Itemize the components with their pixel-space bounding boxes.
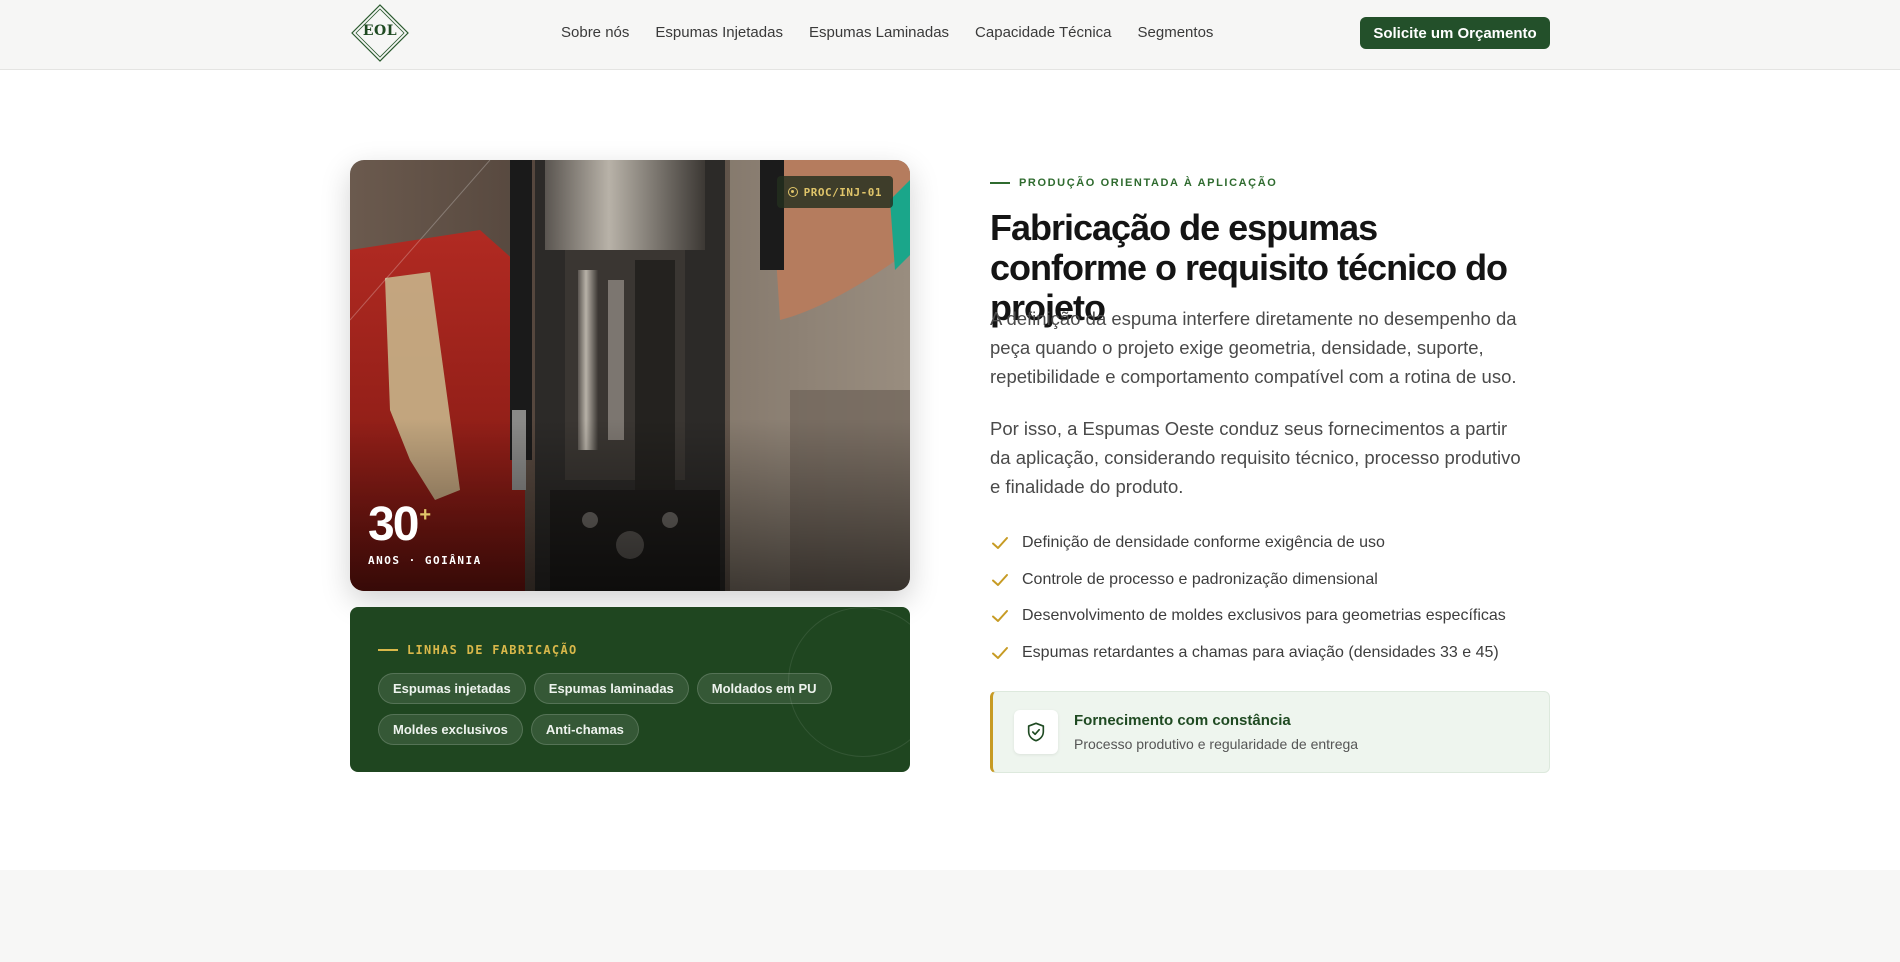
- target-icon: [787, 187, 798, 197]
- request-quote-button[interactable]: Solicite um Orçamento: [1360, 17, 1550, 49]
- check-icon: [992, 573, 1008, 586]
- logo[interactable]: EOL: [350, 3, 410, 63]
- checklist-item: Controle de processo e padronização dime…: [990, 562, 1550, 599]
- nav-item-espumas-laminadas[interactable]: Espumas Laminadas: [809, 22, 949, 44]
- supply-callout: Fornecimento com constância Processo pro…: [990, 691, 1550, 773]
- years-number: 30: [368, 498, 419, 551]
- chip-moldes-exclusivos[interactable]: Moldes exclusivos: [378, 714, 523, 745]
- chip-anti-chamas[interactable]: Anti-chamas: [530, 714, 639, 745]
- supply-subtitle: Processo produtivo e regularidade de ent…: [1074, 736, 1359, 752]
- chip-espumas-injetadas[interactable]: Espumas injetadas: [378, 673, 526, 704]
- nav-item-espumas-injetadas[interactable]: Espumas Injetadas: [655, 22, 783, 44]
- eyebrow-text: PRODUÇÃO ORIENTADA À APLICAÇÃO: [1019, 177, 1278, 189]
- main-nav: Sobre nós Espumas Injetadas Espumas Lami…: [561, 22, 1239, 44]
- nav-item-capacidade-tecnica[interactable]: Capacidade Técnica: [975, 22, 1111, 44]
- process-code-badge: PROC/INJ-01: [776, 176, 893, 208]
- check-icon: [992, 537, 1008, 550]
- chip-espumas-laminadas[interactable]: Espumas laminadas: [533, 673, 689, 704]
- next-section-band: [0, 870, 1900, 962]
- checklist-item: Espumas retardantes a chamas para aviaçã…: [990, 635, 1550, 672]
- chip-list: Espumas injetadas Espumas laminadas Mold…: [378, 673, 878, 745]
- nav-item-segmentos[interactable]: Segmentos: [1138, 22, 1214, 44]
- shield-check-icon: [1027, 722, 1045, 742]
- nav-item-sobre-nos[interactable]: Sobre nós: [561, 22, 629, 44]
- manufacturing-lines-card: LINHAS DE FABRICAÇÃO Espumas injetadas E…: [350, 607, 910, 772]
- supply-title: Fornecimento com constância: [1074, 712, 1291, 729]
- intro-paragraph: A definição da espuma interfere diretame…: [990, 308, 1517, 387]
- site-header: EOL Sobre nós Espumas Injetadas Espumas …: [0, 0, 1900, 70]
- checklist-text: Desenvolvimento de moldes exclusivos par…: [1022, 607, 1506, 625]
- approach-paragraph: Por isso, a Espumas Oeste conduz seus fo…: [990, 418, 1521, 497]
- check-icon: [992, 646, 1008, 659]
- years-label: ANOS · GOIÂNIA: [368, 554, 482, 567]
- checklist-text: Controle de processo e padronização dime…: [1022, 570, 1378, 588]
- eyebrow-rule: [990, 182, 1010, 184]
- checklist-text: Espumas retardantes a chamas para aviaçã…: [1022, 643, 1499, 661]
- checklist-item: Definição de densidade conforme exigênci…: [990, 525, 1550, 562]
- checklist-text: Definição de densidade conforme exigênci…: [1022, 534, 1385, 552]
- supply-icon-box: [1014, 710, 1058, 754]
- years-stat: 30 + ANOS · GOIÂNIA: [368, 498, 482, 568]
- section-eyebrow: PRODUÇÃO ORIENTADA À APLICAÇÃO: [990, 177, 1277, 189]
- logo-text: EOL: [362, 23, 398, 39]
- process-code-text: PROC/INJ-01: [803, 185, 882, 199]
- check-icon: [992, 610, 1008, 623]
- years-plus: +: [419, 504, 432, 526]
- machine-photo-card: PROC/INJ-01 30 + ANOS · GOIÂNIA: [350, 160, 910, 591]
- title-rule: [378, 649, 398, 651]
- feature-checklist: Definição de densidade conforme exigênci…: [990, 525, 1550, 671]
- lines-title: LINHAS DE FABRICAÇÃO: [378, 643, 578, 657]
- lines-title-text: LINHAS DE FABRICAÇÃO: [407, 643, 578, 657]
- checklist-item: Desenvolvimento de moldes exclusivos par…: [990, 598, 1550, 635]
- chip-moldados-em-pu[interactable]: Moldados em PU: [696, 673, 832, 704]
